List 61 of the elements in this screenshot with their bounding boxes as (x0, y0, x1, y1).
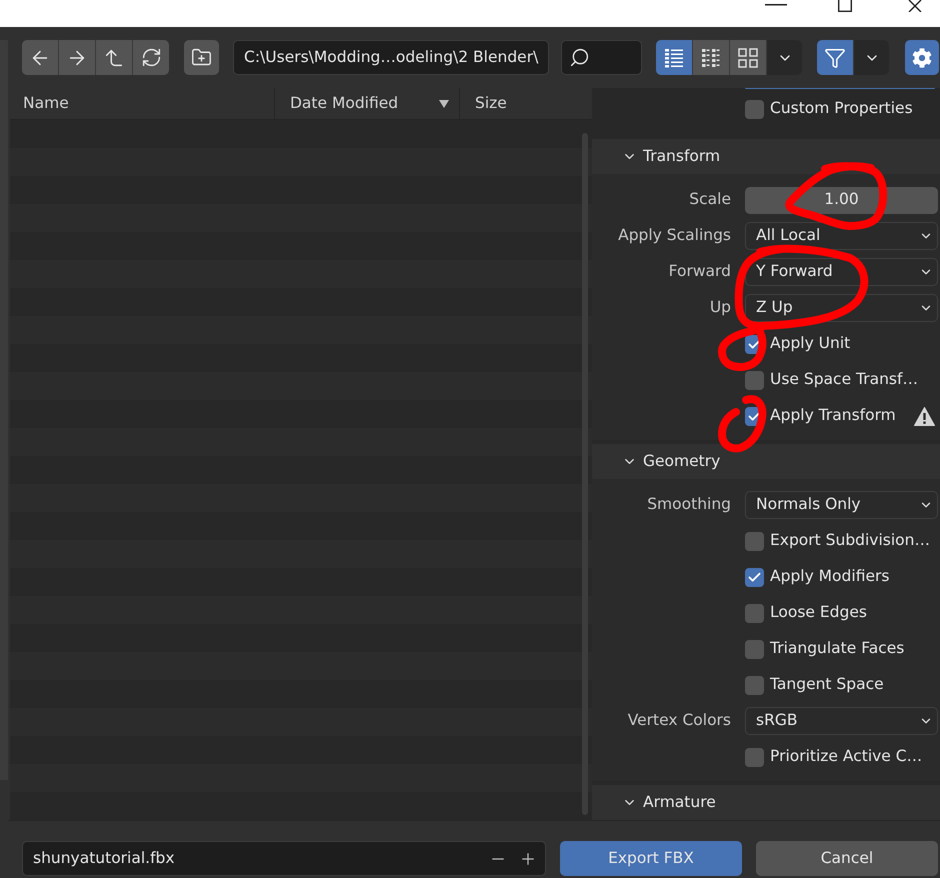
minimize-icon[interactable] (765, 4, 787, 6)
field-label: Forward (668, 261, 731, 282)
section-header[interactable]: Transform (592, 139, 940, 174)
checkbox-label[interactable]: Tangent Space (770, 673, 884, 697)
checkbox-label[interactable]: Custom Properties (770, 97, 913, 121)
grid-view-icon (738, 48, 758, 68)
close-icon[interactable] (908, 0, 922, 12)
dropdown-field[interactable]: sRGB (745, 707, 938, 735)
refresh-icon (140, 47, 162, 68)
search-icon (569, 47, 590, 68)
checkbox[interactable] (745, 604, 764, 622)
list-view-icon (664, 48, 684, 68)
dropdown-field[interactable]: Normals Only (745, 491, 938, 519)
field-label: Vertex Colors (628, 710, 731, 732)
checkbox[interactable] (745, 532, 764, 550)
field-label: Up (710, 297, 731, 318)
export-button[interactable]: Export FBX (560, 841, 742, 876)
section-header[interactable]: Armature (592, 785, 940, 820)
filename-field[interactable]: shunyatutorial.fbx (22, 841, 546, 876)
checkbox-label[interactable]: Prioritize Active C… (770, 745, 922, 769)
column-view-icon (701, 48, 721, 68)
checkbox-label[interactable]: Use Space Transf… (770, 368, 918, 392)
checkbox[interactable] (745, 568, 764, 586)
search-field[interactable] (561, 40, 642, 75)
refresh-button[interactable] (133, 40, 169, 75)
parent-folder-button[interactable] (96, 40, 132, 75)
section-header[interactable]: Geometry (592, 444, 940, 479)
column-header[interactable]: Name (10, 88, 275, 119)
checkbox-label[interactable]: Apply Transform (770, 404, 896, 428)
new-folder-button[interactable] (184, 40, 219, 75)
checkbox-label[interactable]: Apply Unit (770, 332, 850, 356)
dropdown-field[interactable]: Z Up (745, 294, 938, 322)
dropdown-field[interactable]: Y Forward (745, 258, 938, 286)
forward-button[interactable] (59, 40, 95, 75)
checkbox-label[interactable]: Triangulate Faces (770, 637, 904, 661)
view-mode-button[interactable] (656, 40, 692, 75)
settings-icon (912, 48, 932, 68)
path-field[interactable]: C:\Users\Modding…odeling\2 Blender\ (233, 40, 549, 75)
folder-plus-icon (191, 47, 212, 68)
checkbox[interactable] (745, 676, 764, 694)
filter-button[interactable] (817, 40, 853, 75)
sort-arrow-icon (439, 100, 449, 108)
view-mode-button[interactable] (730, 40, 766, 75)
column-header[interactable]: Date Modified (275, 88, 460, 119)
field-label: Smoothing (647, 494, 731, 516)
view-mode-button[interactable] (693, 40, 729, 75)
settings-toggle-button[interactable] (905, 40, 939, 75)
back-button[interactable] (22, 40, 58, 75)
checkbox-label[interactable]: Export Subdivision… (770, 529, 930, 553)
field-label: Apply Scalings (618, 225, 731, 246)
funnel-icon (824, 46, 846, 68)
column-header[interactable]: Size (460, 88, 592, 119)
checkbox-label[interactable]: Loose Edges (770, 601, 867, 625)
field-label: Scale (689, 189, 731, 210)
checkbox-label[interactable]: Apply Modifiers (770, 565, 890, 589)
checkbox[interactable] (745, 100, 764, 118)
checkbox[interactable] (745, 370, 764, 390)
checkbox[interactable] (745, 640, 764, 658)
cancel-button[interactable]: Cancel (756, 841, 938, 876)
maximize-icon[interactable] (838, 0, 852, 12)
checkbox[interactable] (745, 748, 764, 766)
